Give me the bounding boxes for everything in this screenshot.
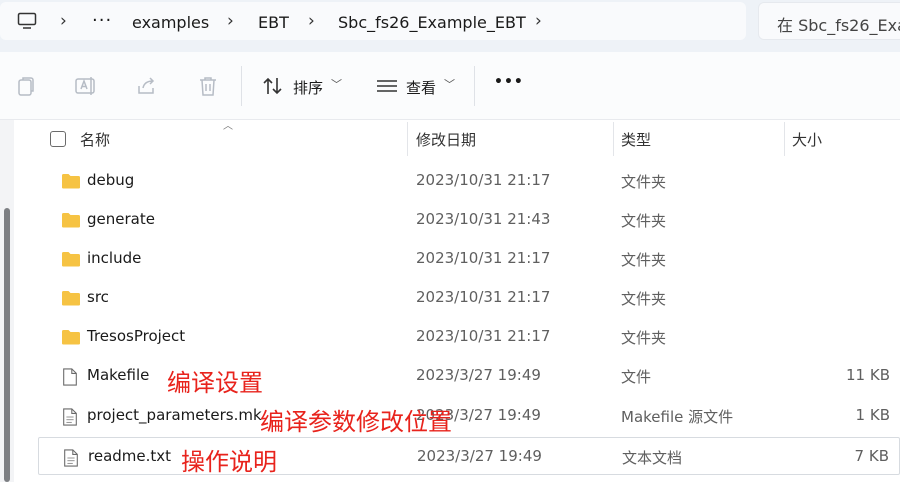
file-modified-date: 2023/10/31 21:17 (416, 288, 551, 306)
column-header-type-label: 类型 (621, 130, 652, 149)
file-type: 文件夹 (621, 251, 667, 269)
file-name: readme.txt (88, 447, 172, 465)
file-row[interactable]: TresosProject 2023/10/31 21:17 文件夹 (38, 318, 900, 356)
file-name: src (87, 288, 109, 306)
breadcrumb-examples[interactable]: examples (132, 13, 209, 32)
chevron-right-icon[interactable]: › (535, 11, 542, 31)
red-annotation: 编译参数修改位置 (260, 408, 452, 436)
toolbar-divider (241, 66, 242, 106)
file-row[interactable]: project_parameters.mk 2023/3/27 19:49 Make… (38, 397, 900, 435)
more-locations-icon[interactable]: ··· (92, 10, 112, 31)
file-name: debug (87, 171, 135, 189)
folder-icon (61, 250, 81, 268)
sort-label: 排序 (293, 79, 324, 97)
command-bar: 排序 ﹀ 查看 ﹀ ••• (0, 52, 900, 120)
file-icon (61, 367, 81, 386)
file-size: 11 KB (846, 366, 890, 384)
chevron-down-icon: ﹀ (444, 78, 455, 91)
file-size: 1 KB (855, 406, 890, 424)
folder-icon (61, 289, 81, 307)
scrollbar-thumb[interactable] (4, 208, 10, 482)
chevron-right-icon: › (227, 11, 234, 31)
chevron-right-icon: › (308, 11, 315, 31)
search-placeholder: 在 Sbc_fs26_Exa (777, 16, 900, 35)
file-modified-date: 2023/3/27 19:49 (416, 366, 541, 384)
file-name: TresosProject (87, 327, 186, 345)
column-header-name-label: 名称 (80, 130, 111, 149)
file-name: generate (87, 210, 155, 228)
address-bar-row: › ··· examples › EBT › Sbc_fs26_Example_… (0, 0, 900, 52)
text-file-icon (61, 407, 81, 426)
column-divider[interactable] (407, 122, 408, 156)
file-type: 文件夹 (621, 173, 667, 191)
column-divider[interactable] (613, 122, 614, 156)
file-row[interactable]: include 2023/10/31 21:17 文件夹 (38, 240, 900, 278)
file-row[interactable]: src 2023/10/31 21:17 文件夹 (38, 279, 900, 317)
breadcrumb-current-folder[interactable]: Sbc_fs26_Example_EBT (338, 13, 526, 32)
copy-icon[interactable] (14, 74, 38, 98)
file-size: 7 KB (854, 447, 889, 465)
file-name: project_parameters.mk (87, 406, 262, 424)
toolbar-divider (474, 66, 475, 106)
file-type: 文件夹 (621, 290, 667, 308)
file-name: include (87, 249, 142, 267)
file-type: 文件夹 (621, 329, 667, 347)
file-row[interactable]: readme.txt 2023/3/27 19:49 文本文档 7 KB (38, 437, 900, 475)
rename-icon[interactable] (74, 74, 98, 98)
navigation-pane-scrollbar[interactable] (0, 120, 14, 482)
column-header-size-label: 大小 (792, 130, 823, 149)
folder-icon (61, 328, 81, 346)
sort-icon (263, 77, 282, 95)
file-modified-date: 2023/10/31 21:43 (416, 210, 551, 228)
more-options-icon[interactable]: ••• (494, 74, 524, 90)
column-header-size[interactable]: 大小 (792, 122, 892, 156)
file-name: Makefile (87, 366, 150, 384)
file-type: 文件 (621, 368, 652, 386)
column-header-date-label: 修改日期 (416, 130, 477, 149)
file-modified-date: 2023/10/31 21:17 (416, 327, 551, 345)
address-bar[interactable]: › ··· examples › EBT › Sbc_fs26_Example_… (0, 2, 746, 40)
search-input[interactable]: 在 Sbc_fs26_Exa (758, 2, 900, 40)
file-modified-date: 2023/10/31 21:17 (416, 249, 551, 267)
view-label: 查看 (406, 79, 437, 97)
chevron-down-icon: ﹀ (331, 78, 342, 91)
file-row[interactable]: debug 2023/10/31 21:17 文件夹 (38, 162, 900, 200)
breadcrumb-ebt[interactable]: EBT (258, 13, 289, 32)
red-annotation: 编译设置 (167, 369, 263, 397)
file-type: 文件夹 (621, 212, 667, 230)
delete-icon[interactable] (196, 74, 220, 98)
chevron-right-icon: › (60, 11, 67, 31)
computer-icon[interactable] (17, 12, 37, 30)
column-header-date[interactable]: 修改日期 (416, 122, 612, 156)
file-modified-date: 2023/10/31 21:17 (416, 171, 551, 189)
file-row[interactable]: generate 2023/10/31 21:43 文件夹 (38, 201, 900, 239)
red-annotation: 操作说明 (181, 448, 277, 476)
column-header-name[interactable]: 名称 (80, 122, 406, 156)
share-icon[interactable] (135, 74, 159, 98)
file-type: 文本文档 (622, 449, 683, 467)
column-divider[interactable] (784, 122, 785, 156)
text-file-icon (62, 448, 82, 467)
column-header-type[interactable]: 类型 (621, 122, 783, 156)
file-type: Makefile 源文件 (621, 408, 734, 426)
folder-icon (61, 172, 81, 190)
view-list-icon (377, 80, 397, 92)
folder-icon (61, 211, 81, 229)
select-all-checkbox[interactable] (50, 131, 66, 147)
file-modified-date: 2023/3/27 19:49 (417, 447, 542, 465)
